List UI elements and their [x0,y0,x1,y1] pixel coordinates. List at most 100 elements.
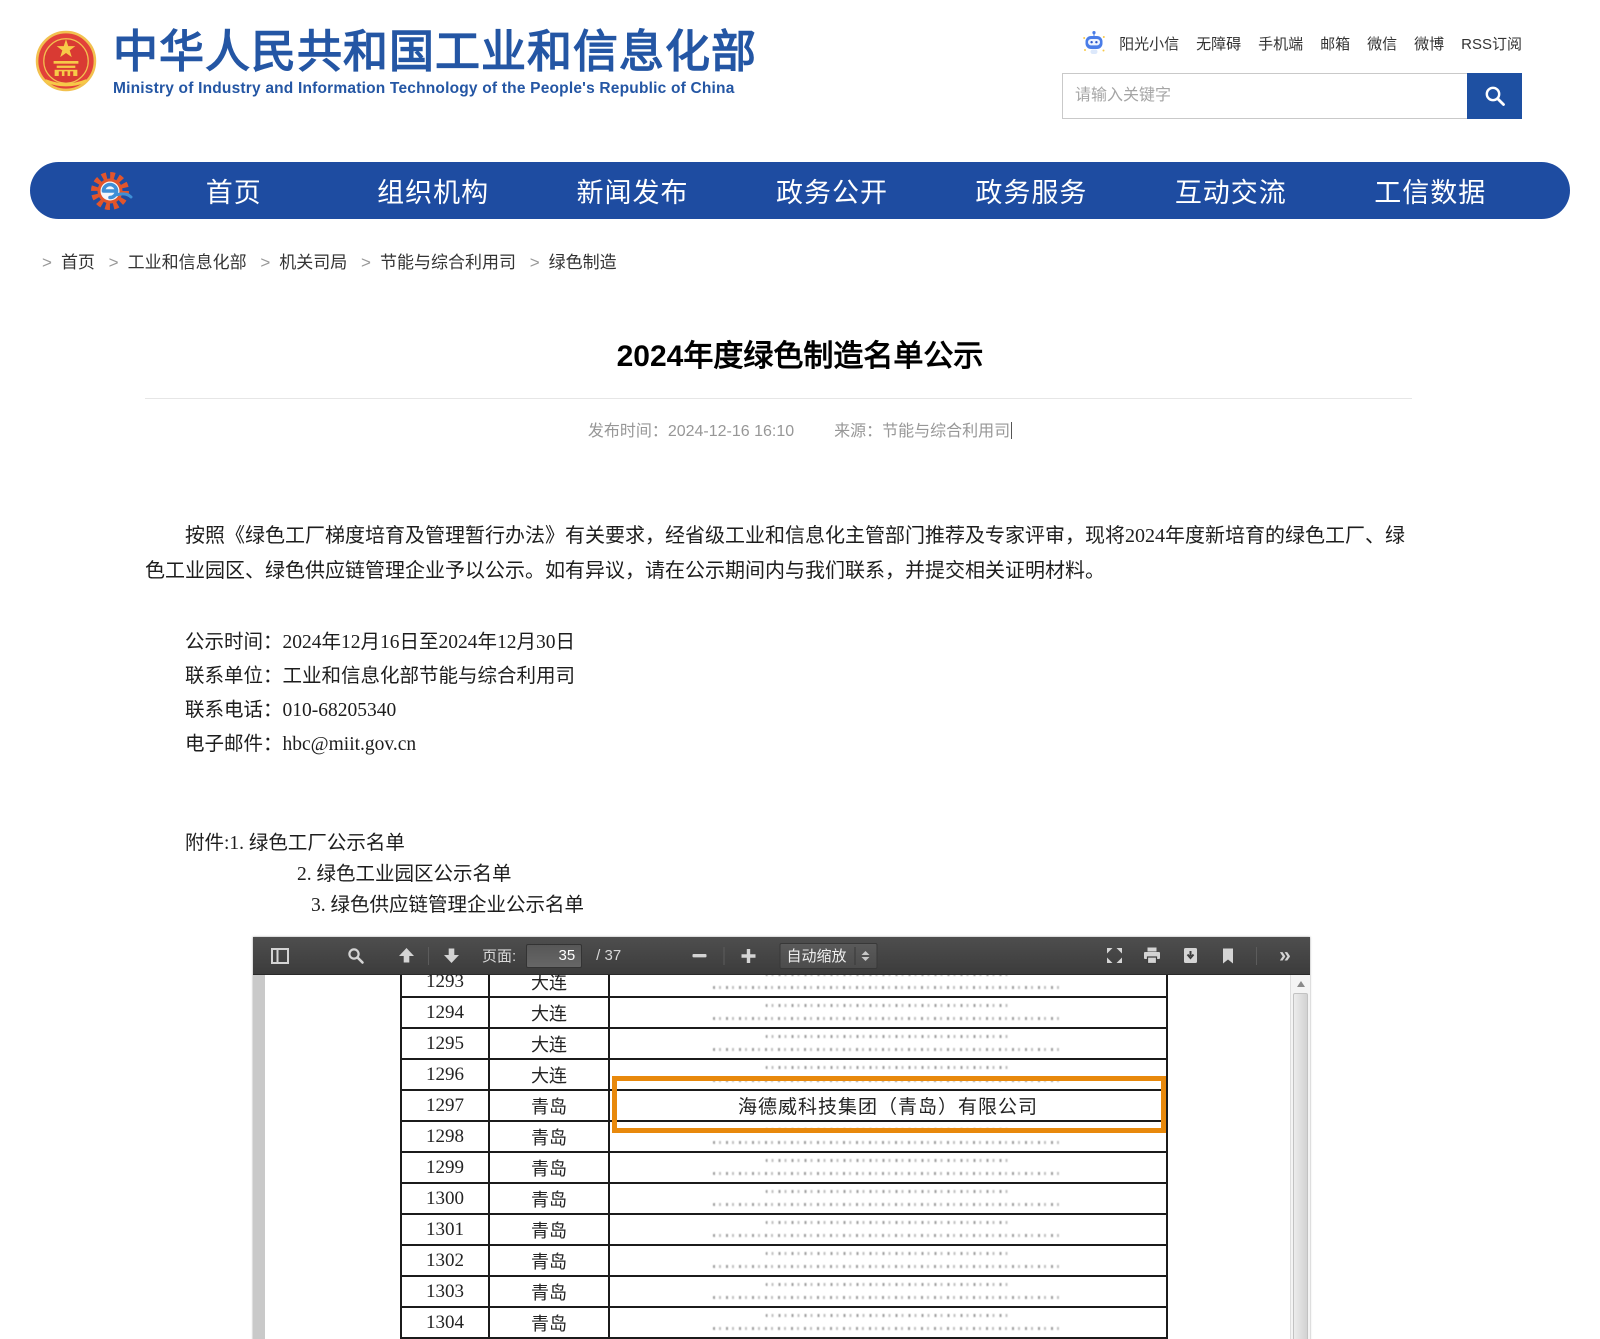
row-number-cell: 1294 [402,998,490,1027]
nav-item[interactable]: 互动交流 [1131,171,1330,210]
national-emblem-icon [35,26,97,96]
blurred-text-line [766,1159,1011,1162]
nav-items: 首页 组织机构 新闻发布 政务公开 政务服务 互动交流 工信数据 [134,171,1530,210]
zoom-mode-select[interactable]: 自动缩放 [779,943,877,969]
breadcrumb-link[interactable]: 绿色制造 [549,253,617,272]
row-number-cell: 1303 [402,1277,490,1306]
sidebar-toggle-icon [271,948,289,964]
quick-link[interactable]: 微博 [1414,33,1444,54]
select-arrows-icon [855,947,870,965]
nav-item[interactable]: 新闻发布 [533,171,732,210]
attachment-list: 附件:1. 绿色工厂公示名单 2. 绿色工业园区公示名单 3. 绿色供应链管理企… [185,828,1600,921]
breadcrumb-link[interactable]: 机关司局 [279,253,347,272]
scrollbar-thumb[interactable] [1293,993,1308,1339]
site-brand[interactable]: 中华人民共和国工业和信息化部 Ministry of Industry and … [35,26,757,98]
blurred-text-line [766,1221,1011,1224]
pdf-viewer: 页面: / 37 自动缩放 [253,937,1310,1339]
more-tools-button[interactable]: » [1272,943,1298,969]
source-label: 来源： [834,423,882,440]
city-cell: 大连 [490,1029,610,1058]
pdf-scrollbar[interactable] [1290,975,1310,1339]
quick-link[interactable]: 无障碍 [1196,33,1241,54]
contact-line: 公示时间：2024年12月16日至2024年12月30日 [185,626,1600,660]
blurred-text-line [713,1048,1063,1051]
nav-item[interactable]: 工信数据 [1331,171,1530,210]
bookmark-button[interactable] [1215,943,1241,969]
breadcrumb-item: > 绿色制造 [521,253,617,272]
blurred-text-line [766,1004,1011,1007]
print-button[interactable] [1139,943,1165,969]
breadcrumb-item: >节能与综合利用司 [352,253,521,272]
toolbar-divider [1256,947,1257,965]
city-cell: 青岛 [490,1277,610,1306]
scroll-up-button[interactable] [1291,975,1310,992]
breadcrumb-link[interactable]: 工业和信息化部 [128,253,247,272]
printer-icon [1143,947,1161,964]
zoom-mode-value: 自动缩放 [786,945,846,966]
contact-line: 电子邮件：hbc@miit.gov.cn [185,728,1600,762]
blurred-text-line [766,1066,1011,1069]
breadcrumb-item: >工业和信息化部 [100,253,252,272]
blurred-text-line [766,1128,1011,1131]
sidebar-toggle-button[interactable] [267,943,293,969]
presentation-mode-button[interactable] [1101,943,1127,969]
blurred-text-line [713,1172,1063,1175]
company-cell [610,1122,1166,1151]
quick-link[interactable]: 邮箱 [1320,33,1350,54]
publish-time: 2024-12-16 16:10 [668,423,794,440]
search-button[interactable] [1467,73,1522,119]
blurred-text-line [713,986,1063,989]
page-number-input[interactable] [526,944,582,968]
nav-item[interactable]: 首页 [134,171,333,210]
site-subtitle-en: Ministry of Industry and Information Tec… [113,80,757,98]
breadcrumb-link[interactable]: 首页 [61,253,95,272]
company-cell [610,1215,1166,1244]
company-cell [610,1060,1166,1089]
city-cell: 青岛 [490,1246,610,1275]
table-row: 1296 大连 [402,1060,1166,1091]
quick-links: 阳光小信 无障碍 手机端 邮箱 微信 微博 RSS订阅 [1082,30,1522,56]
fullscreen-icon [1106,947,1123,964]
attachment-link[interactable]: 2. 绿色工业园区公示名单 [297,859,1600,890]
nav-item[interactable]: 政务服务 [932,171,1131,210]
company-cell [610,1246,1166,1275]
quick-link[interactable]: 微信 [1367,33,1397,54]
miit-gear-logo-icon [88,168,134,214]
triangle-up-icon [1297,981,1305,987]
breadcrumb-separator-icon: > [260,253,270,272]
nav-item[interactable]: 政务公开 [732,171,931,210]
city-cell: 青岛 [490,1153,610,1182]
breadcrumb-separator-icon: > [530,253,540,272]
site-title: 中华人民共和国工业和信息化部 [113,26,757,78]
breadcrumb: > 首页 >工业和信息化部 > 机关司局 >节能与综合利用司 > 绿色制造 [33,248,1600,273]
contact-line: 联系单位：工业和信息化部节能与综合利用司 [185,660,1600,694]
city-cell: 大连 [490,998,610,1027]
nav-item[interactable]: 组织机构 [333,171,532,210]
city-cell: 青岛 [490,1091,610,1120]
city-cell: 青岛 [490,1184,610,1213]
row-number-cell: 1304 [402,1308,490,1337]
search-input[interactable] [1062,73,1467,119]
arrow-down-icon [443,948,460,963]
article-meta: 发布时间：2024-12-16 16:10来源：节能与综合利用司 [0,417,1600,439]
zoom-out-button[interactable] [686,943,712,969]
quick-link[interactable]: 手机端 [1258,33,1303,54]
find-button[interactable] [343,943,369,969]
page-title: 2024年度绿色制造名单公示 [0,339,1600,375]
next-page-button[interactable] [438,943,464,969]
attachment-link[interactable]: 3. 绿色供应链管理企业公示名单 [311,890,1600,921]
quick-link[interactable]: 阳光小信 [1119,33,1179,54]
publish-time-label: 发布时间： [588,423,668,440]
zoom-in-button[interactable] [735,943,761,969]
attachment-link[interactable]: 附件:1. 绿色工厂公示名单 [185,828,1600,859]
blurred-text-line [766,1283,1011,1286]
blurred-text-line [713,1017,1063,1020]
breadcrumb-link[interactable]: 节能与综合利用司 [380,253,516,272]
download-button[interactable] [1177,943,1203,969]
blurred-text-line [713,1203,1063,1206]
pdf-page: 1293 大连 1294 大连 [265,975,1290,1339]
blurred-text-line [713,1141,1063,1144]
quick-link[interactable]: RSS订阅 [1461,33,1522,54]
arrow-up-icon [398,948,415,963]
previous-page-button[interactable] [393,943,419,969]
